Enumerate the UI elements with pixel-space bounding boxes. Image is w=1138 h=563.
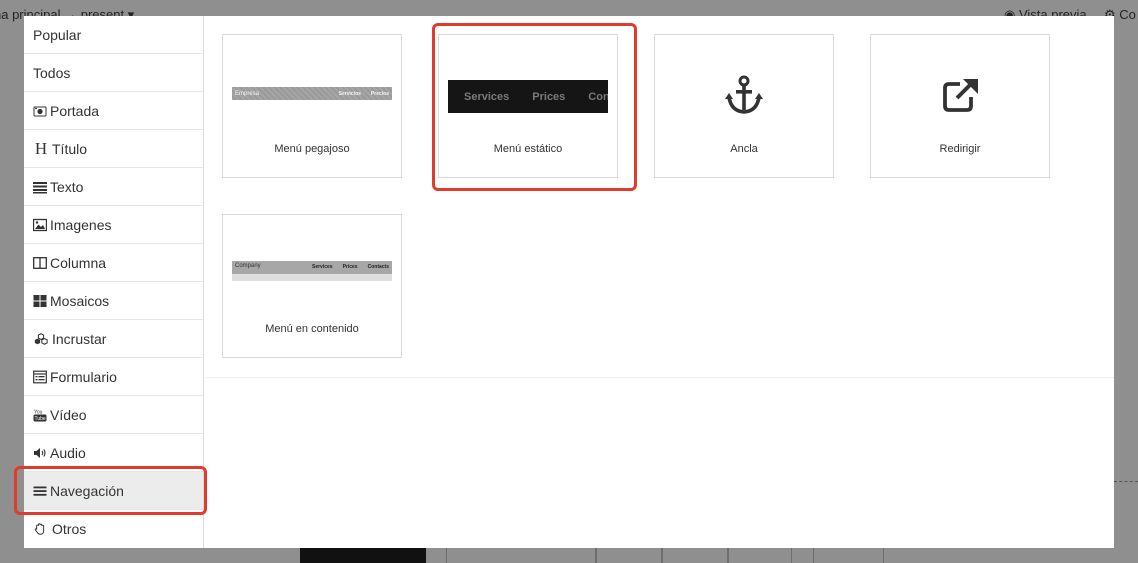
block-picker-modal: Popular Todos Portada H Título Texto Ima… <box>24 16 1114 548</box>
background-button <box>813 546 884 563</box>
sidebar-item-label: Mosaicos <box>50 292 110 309</box>
content-menu-preview: Company Services Prices Contacts <box>232 261 392 281</box>
preview-link: Contacts <box>367 264 389 270</box>
image-icon <box>33 218 47 232</box>
volume-icon <box>33 446 47 460</box>
background-divider <box>1114 481 1138 482</box>
preview-link: Servicios <box>338 90 361 97</box>
sidebar-item-video[interactable]: You Tube Vídeo <box>24 396 203 434</box>
preview-link: Prices <box>342 264 358 270</box>
preview-link: Services <box>464 90 510 103</box>
sidebar-item-navegacion[interactable]: Navegación <box>24 472 203 510</box>
tile-label: Menú estático <box>493 143 563 155</box>
tile-redirect[interactable]: Redirigir <box>870 34 1050 178</box>
sidebar-item-mosaicos[interactable]: Mosaicos <box>24 282 203 320</box>
tile-label: Menú en contenido <box>265 323 359 335</box>
sidebar-item-popular[interactable]: Popular <box>24 16 203 54</box>
sidebar-item-audio[interactable]: Audio <box>24 434 203 472</box>
sidebar-item-label: Incrustar <box>52 330 107 347</box>
tile-sticky-menu[interactable]: Empresa Servicios Precios Menú pegajoso <box>222 34 402 178</box>
align-justify-icon <box>33 180 47 194</box>
preview-brand: Empresa <box>235 90 260 97</box>
category-sidebar: Popular Todos Portada H Título Texto Ima… <box>24 16 204 548</box>
sidebar-item-label: Popular <box>33 26 82 43</box>
bars-icon <box>33 484 47 498</box>
background-button <box>596 546 662 563</box>
tile-content-menu[interactable]: Company Services Prices Contacts Menú en… <box>222 214 402 358</box>
sidebar-item-label: Navegación <box>50 482 124 499</box>
heading-icon: H <box>34 138 48 158</box>
sticky-menu-preview: Empresa Servicios Precios <box>232 87 392 100</box>
sidebar-item-formulario[interactable]: Formulario <box>24 358 203 396</box>
sidebar-item-columna[interactable]: Columna <box>24 244 203 282</box>
sidebar-item-label: Título <box>52 140 88 157</box>
sidebar-item-label: Todos <box>33 64 71 81</box>
background-button <box>728 546 792 563</box>
sidebar-item-label: Otros <box>52 521 87 537</box>
sidebar-item-label: Portada <box>50 102 100 119</box>
tile-label: Redirigir <box>939 143 981 155</box>
sidebar-item-imagenes[interactable]: Imagenes <box>24 206 203 244</box>
sidebar-item-label: Audio <box>50 444 86 461</box>
sidebar-item-otros[interactable]: Otros <box>24 510 203 548</box>
tile-static-menu[interactable]: Services Prices Conta Menú estático <box>438 34 618 178</box>
sidebar-item-label: Columna <box>50 254 107 271</box>
form-icon <box>33 370 47 384</box>
background-button <box>662 546 728 563</box>
sidebar-item-label: Texto <box>50 178 84 195</box>
sidebar-item-todos[interactable]: Todos <box>24 54 203 92</box>
sidebar-item-titulo[interactable]: H Título <box>24 130 203 168</box>
sidebar-item-portada[interactable]: Portada <box>24 92 203 130</box>
preview-link: Services <box>312 264 333 270</box>
youtube-icon: You Tube <box>33 408 47 422</box>
preview-link: Prices <box>532 90 566 103</box>
sidebar-item-label: Formulario <box>50 368 117 385</box>
grid-icon <box>33 294 47 308</box>
background-button <box>446 546 596 563</box>
sidebar-item-label: Imagenes <box>50 216 112 233</box>
columns-icon <box>33 256 47 270</box>
block-grid: Empresa Servicios Precios Menú pegajoso … <box>205 16 1114 378</box>
external-link-icon <box>871 73 1049 117</box>
tile-anchor[interactable]: Ancla <box>654 34 834 178</box>
svg-text:Tube: Tube <box>35 416 46 422</box>
camera-icon <box>33 104 47 118</box>
background-button-dark <box>300 546 426 563</box>
anchor-icon <box>655 73 833 117</box>
tile-label: Ancla <box>730 143 758 155</box>
preview-link: Precios <box>370 90 389 97</box>
preview-link: Conta <box>588 90 608 103</box>
tile-label: Menú pegajoso <box>274 143 350 155</box>
preview-brand: Company <box>235 263 261 269</box>
sidebar-item-label: Vídeo <box>50 406 87 423</box>
hand-icon <box>33 522 49 536</box>
cubes-icon <box>33 332 49 346</box>
sidebar-item-texto[interactable]: Texto <box>24 168 203 206</box>
sidebar-item-incrustar[interactable]: Incrustar <box>24 320 203 358</box>
static-menu-preview: Services Prices Conta <box>448 80 608 113</box>
